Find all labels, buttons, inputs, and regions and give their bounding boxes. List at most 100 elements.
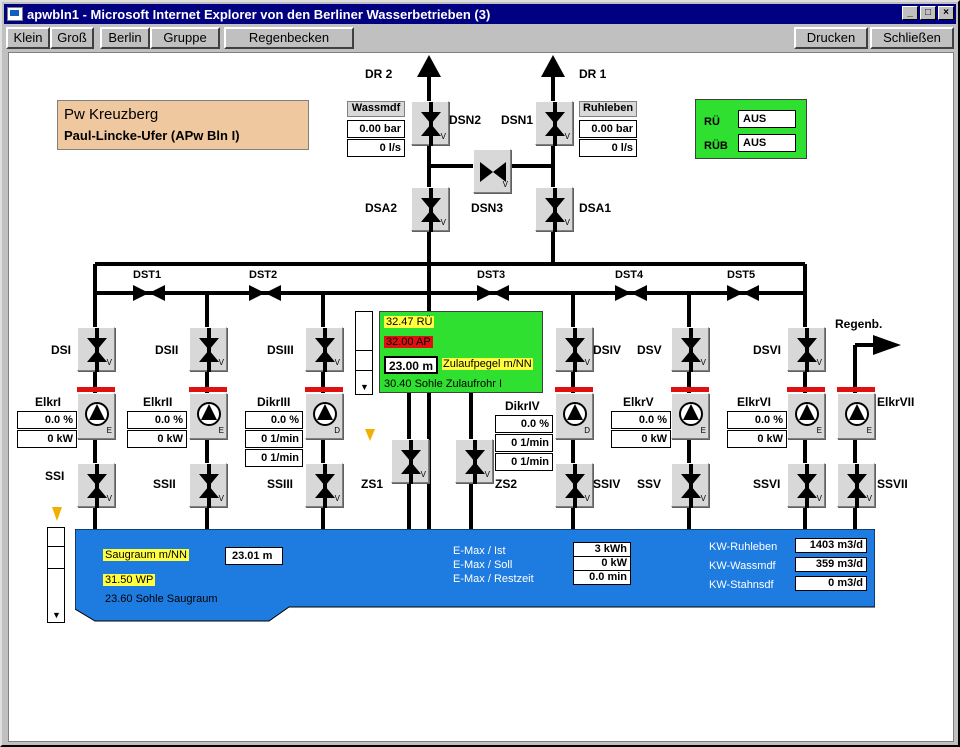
maximize-button[interactable]: □ (920, 6, 936, 20)
klein-button[interactable]: Klein (6, 27, 50, 49)
drucken-button[interactable]: Drucken (794, 27, 868, 49)
dsa1-valve[interactable]: V (535, 187, 573, 232)
dsii-label: DSII (155, 343, 179, 357)
dsn1-label: DSN1 (501, 113, 534, 127)
window-title: apwbln1 - Microsoft Internet Explorer vo… (27, 6, 491, 22)
pump-mode: D (584, 426, 590, 435)
ruhleben-ls: 0 l/s (579, 139, 637, 157)
zs1-valve[interactable]: V (391, 439, 429, 484)
gruppe-button[interactable]: Gruppe (150, 27, 220, 49)
elkrv-pump[interactable]: E (671, 393, 709, 439)
berlin-button[interactable]: Berlin (100, 27, 150, 49)
dsii-valve[interactable]: V (189, 327, 227, 372)
regenbecken-button[interactable]: Regenbecken (224, 27, 354, 49)
dsn3-valve[interactable]: V (473, 149, 511, 193)
elkrvii-pump[interactable]: E (837, 393, 875, 439)
valve-mode: V (584, 358, 590, 367)
dsn2-valve[interactable]: V (411, 101, 449, 146)
pump-mode: E (218, 426, 224, 435)
dikriii-pct: 0.0 % (245, 411, 303, 429)
emax-soll-label: E-Max / Soll (453, 559, 513, 571)
dsi-valve[interactable]: V (77, 327, 115, 372)
elkrvi-pump[interactable]: E (787, 393, 825, 439)
dsiv-valve[interactable]: V (555, 327, 593, 372)
dikriv-pump[interactable]: D (555, 393, 593, 439)
elkri-pump[interactable]: E (77, 393, 115, 439)
rub-label: RÜB (704, 140, 728, 152)
dsv-label: DSV (637, 343, 662, 357)
dsvi-valve[interactable]: V (787, 327, 825, 372)
pump-mode: D (334, 426, 340, 435)
pump-status-bar (555, 387, 593, 392)
dsvi-label: DSVI (753, 343, 782, 357)
zulauf-ap: 32.00 AP (384, 336, 433, 348)
valve-mode: V (440, 132, 446, 141)
dsa2-valve[interactable]: V (411, 187, 449, 232)
ssiii-valve[interactable]: V (305, 463, 343, 508)
pump-mode: E (866, 426, 872, 435)
app-window: apwbln1 - Microsoft Internet Explorer vo… (0, 0, 960, 747)
minimize-button[interactable]: _ (902, 6, 918, 20)
gross-button[interactable]: Groß (50, 27, 94, 49)
ssiii-label: SSIII (267, 477, 294, 491)
pump-status-bar (189, 387, 227, 392)
dikriii-min2: 0 1/min (245, 449, 303, 467)
dikriv-pct: 0.0 % (495, 415, 553, 433)
down-arrow-icon[interactable]: ▼ (360, 382, 369, 392)
dsn2-label: DSN2 (449, 113, 482, 127)
emax-rest-label: E-Max / Restzeit (453, 573, 534, 585)
dsiv-label: DSIV (593, 343, 622, 357)
dsiii-valve[interactable]: V (305, 327, 343, 372)
dsiii-label: DSIII (267, 343, 294, 357)
dsn3-label: DSN3 (471, 201, 504, 215)
kw-wassmdf-label: KW-Wassmdf (709, 560, 776, 572)
ssvii-valve[interactable]: V (837, 463, 875, 508)
wassmdf-ls: 0 l/s (347, 139, 405, 157)
ssiv-valve[interactable]: V (555, 463, 593, 508)
saugraum-level-gauge[interactable]: ▼ (47, 527, 65, 623)
close-button[interactable]: × (938, 6, 954, 20)
overflow-status-panel: RÜ AUS RÜB AUS (695, 99, 807, 159)
ssi-valve[interactable]: V (77, 463, 115, 508)
saugraum-sohle: 23.60 Sohle Saugraum (105, 593, 218, 605)
elkrii-pct: 0.0 % (127, 411, 187, 429)
ssvi-valve[interactable]: V (787, 463, 825, 508)
zs2-valve[interactable]: V (455, 439, 493, 484)
valve-mode: V (484, 470, 490, 479)
zs2-label: ZS2 (495, 477, 518, 491)
title-bar[interactable]: apwbln1 - Microsoft Internet Explorer vo… (4, 4, 956, 24)
dsa2-label: DSA2 (365, 201, 398, 215)
dst1-label: DST1 (133, 269, 162, 281)
ruhleben-bar: 0.00 bar (579, 120, 637, 138)
down-arrow-icon[interactable]: ▼ (52, 610, 61, 620)
dst5-label: DST5 (727, 269, 756, 281)
schliessen-button[interactable]: Schließen (870, 27, 954, 49)
valve-mode: V (218, 358, 224, 367)
ssii-valve[interactable]: V (189, 463, 227, 508)
valve-mode: V (502, 180, 508, 189)
zulauf-level-gauge[interactable]: ▼ (355, 311, 373, 395)
zulauf-ru: 32.47 RÜ (384, 316, 435, 328)
pump-status-bar (837, 387, 875, 392)
dsv-valve[interactable]: V (671, 327, 709, 372)
dikriv-min1: 0 1/min (495, 434, 553, 452)
valve-mode: V (106, 358, 112, 367)
valve-mode: V (700, 494, 706, 503)
ssv-valve[interactable]: V (671, 463, 709, 508)
ssi-label: SSI (45, 469, 65, 483)
emax-rest-value: 0.0 min (573, 570, 631, 585)
saugraum-wp: 31.50 WP (103, 574, 156, 586)
ru-label: RÜ (704, 116, 720, 128)
valve-mode: V (334, 494, 340, 503)
elkrii-label: ElkrII (143, 395, 173, 409)
dikriv-label: DikrIV (505, 399, 540, 413)
dikriii-pump[interactable]: D (305, 393, 343, 439)
elkrii-pump[interactable]: E (189, 393, 227, 439)
elkrv-kw: 0 kW (611, 430, 671, 448)
elkrv-label: ElkrV (623, 395, 654, 409)
zulauf-sohle: 30.40 Sohle Zulaufrohr I (384, 378, 503, 390)
rub-value: AUS (738, 134, 796, 152)
dsn1-valve[interactable]: V (535, 101, 573, 146)
ruhleben-label: Ruhleben (579, 101, 637, 117)
valve-mode: V (564, 132, 570, 141)
